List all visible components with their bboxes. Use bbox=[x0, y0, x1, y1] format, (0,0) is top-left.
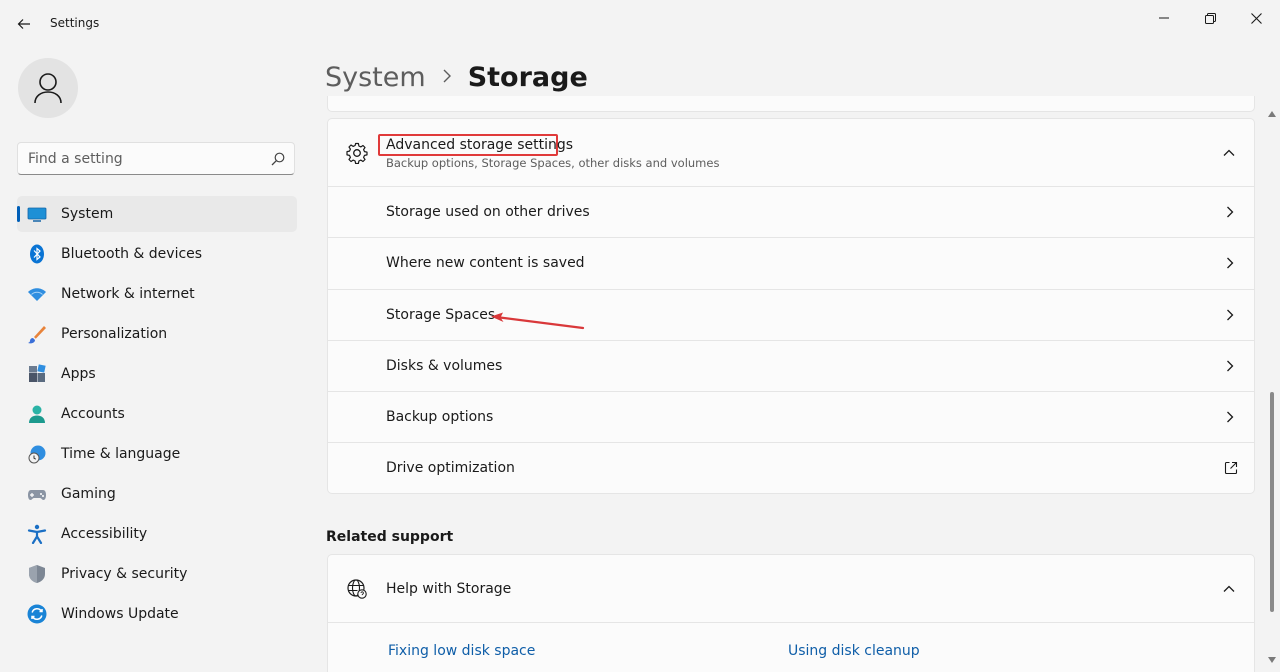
sidebar-item-gaming[interactable]: Gaming bbox=[17, 476, 297, 512]
disks-volumes-row[interactable]: Disks & volumes bbox=[328, 341, 1254, 393]
sidebar-item-label: Accessibility bbox=[61, 526, 148, 542]
brush-icon bbox=[28, 326, 46, 344]
row-label: Storage Spaces bbox=[386, 306, 496, 323]
related-support-heading: Related support bbox=[326, 529, 454, 545]
row-label: Backup options bbox=[386, 409, 494, 426]
time-language-icon bbox=[28, 445, 46, 464]
fixing-low-disk-space-link[interactable]: Fixing low disk space bbox=[388, 643, 535, 659]
search-icon bbox=[271, 152, 285, 166]
row-label: Drive optimization bbox=[386, 460, 515, 477]
chevron-up-icon[interactable] bbox=[1222, 582, 1236, 596]
scrollbar-thumb[interactable] bbox=[1270, 392, 1274, 612]
advanced-storage-subtitle: Backup options, Storage Spaces, other di… bbox=[386, 156, 720, 170]
previous-card-edge bbox=[327, 96, 1255, 112]
chevron-up-icon[interactable] bbox=[1222, 146, 1236, 160]
storage-spaces-row[interactable]: Storage Spaces bbox=[328, 290, 1254, 341]
search-placeholder: Find a setting bbox=[28, 151, 123, 167]
accounts-icon bbox=[29, 405, 45, 423]
page-title: Storage bbox=[467, 61, 588, 93]
help-with-storage-card: Help with Storage Fixing low disk space … bbox=[327, 554, 1255, 672]
sidebar-item-system[interactable]: System bbox=[17, 196, 297, 232]
scroll-up-icon[interactable] bbox=[1268, 110, 1276, 118]
using-disk-cleanup-link[interactable]: Using disk cleanup bbox=[788, 643, 920, 659]
apps-icon bbox=[29, 364, 46, 382]
person-icon bbox=[34, 73, 62, 104]
title-bar: Settings bbox=[0, 0, 1280, 48]
row-label: Storage used on other drives bbox=[386, 204, 590, 220]
help-with-storage-title: Help with Storage bbox=[386, 581, 512, 597]
accessibility-icon bbox=[27, 524, 47, 544]
system-icon bbox=[27, 207, 47, 222]
open-external-icon bbox=[1224, 462, 1238, 475]
sidebar-nav: System Bluetooth & devices Network & int… bbox=[17, 196, 297, 636]
sidebar-item-accessibility[interactable]: Accessibility bbox=[17, 516, 297, 552]
search-input[interactable]: Find a setting bbox=[17, 142, 295, 175]
advanced-storage-group: Advanced storage settings Backup options… bbox=[327, 118, 1255, 494]
sidebar-item-label: Time & language bbox=[61, 446, 181, 462]
sidebar-item-bluetooth[interactable]: Bluetooth & devices bbox=[17, 236, 297, 272]
user-avatar[interactable] bbox=[18, 58, 78, 118]
sidebar-item-privacy[interactable]: Privacy & security bbox=[17, 556, 297, 592]
breadcrumb-separator-icon bbox=[442, 67, 452, 88]
sidebar-item-network[interactable]: Network & internet bbox=[17, 276, 297, 312]
restore-button[interactable] bbox=[1198, 6, 1222, 30]
sidebar-item-label: System bbox=[61, 206, 114, 222]
sidebar-item-windows-update[interactable]: Windows Update bbox=[17, 596, 297, 632]
sidebar-item-label: Windows Update bbox=[61, 606, 179, 622]
chevron-right-icon bbox=[1227, 206, 1234, 218]
breadcrumb: System Storage bbox=[325, 57, 588, 97]
back-arrow-icon bbox=[17, 19, 30, 29]
gear-icon bbox=[346, 142, 368, 164]
back-button[interactable] bbox=[12, 12, 36, 36]
close-icon bbox=[1250, 12, 1262, 24]
app-title: Settings bbox=[50, 16, 100, 30]
chevron-right-icon bbox=[1227, 360, 1234, 372]
chevron-right-icon bbox=[1227, 309, 1234, 321]
storage-other-drives-row[interactable]: Storage used on other drives bbox=[328, 187, 1254, 239]
advanced-storage-title: Advanced storage settings bbox=[386, 137, 574, 153]
restore-icon bbox=[1204, 12, 1216, 24]
close-button[interactable] bbox=[1244, 6, 1268, 30]
sidebar-item-label: Accounts bbox=[61, 406, 125, 422]
sidebar-item-label: Privacy & security bbox=[61, 566, 188, 582]
backup-options-row[interactable]: Backup options bbox=[328, 392, 1254, 444]
new-content-saved-row[interactable]: Where new content is saved bbox=[328, 238, 1254, 290]
minimize-icon bbox=[1159, 17, 1169, 19]
row-label: Where new content is saved bbox=[386, 255, 585, 272]
sidebar-item-accounts[interactable]: Accounts bbox=[17, 396, 297, 432]
sidebar-item-personalization[interactable]: Personalization bbox=[17, 316, 297, 352]
sidebar-item-time-language[interactable]: Time & language bbox=[17, 436, 297, 472]
shield-icon bbox=[29, 565, 45, 583]
chevron-right-icon bbox=[1227, 411, 1234, 423]
help-with-storage-header[interactable]: Help with Storage bbox=[328, 555, 1254, 623]
minimize-button[interactable] bbox=[1152, 6, 1176, 30]
drive-optimization-row[interactable]: Drive optimization bbox=[328, 443, 1254, 494]
chevron-right-icon bbox=[1227, 257, 1234, 269]
gamepad-icon bbox=[28, 490, 46, 500]
scroll-down-icon[interactable] bbox=[1268, 656, 1276, 664]
advanced-storage-header[interactable]: Advanced storage settings Backup options… bbox=[328, 119, 1254, 187]
wifi-icon bbox=[28, 288, 46, 301]
globe-help-icon bbox=[347, 579, 367, 599]
update-icon bbox=[27, 604, 47, 624]
bluetooth-icon bbox=[30, 244, 44, 264]
row-label: Disks & volumes bbox=[386, 357, 503, 374]
annotation-arrow-icon bbox=[491, 312, 585, 330]
sidebar-item-apps[interactable]: Apps bbox=[17, 356, 297, 392]
sidebar-item-label: Network & internet bbox=[61, 286, 195, 302]
breadcrumb-parent[interactable]: System bbox=[325, 62, 426, 93]
sidebar-item-label: Apps bbox=[61, 366, 96, 382]
sidebar-item-label: Gaming bbox=[61, 486, 116, 502]
sidebar-item-label: Personalization bbox=[61, 326, 168, 342]
sidebar-item-label: Bluetooth & devices bbox=[61, 246, 203, 262]
